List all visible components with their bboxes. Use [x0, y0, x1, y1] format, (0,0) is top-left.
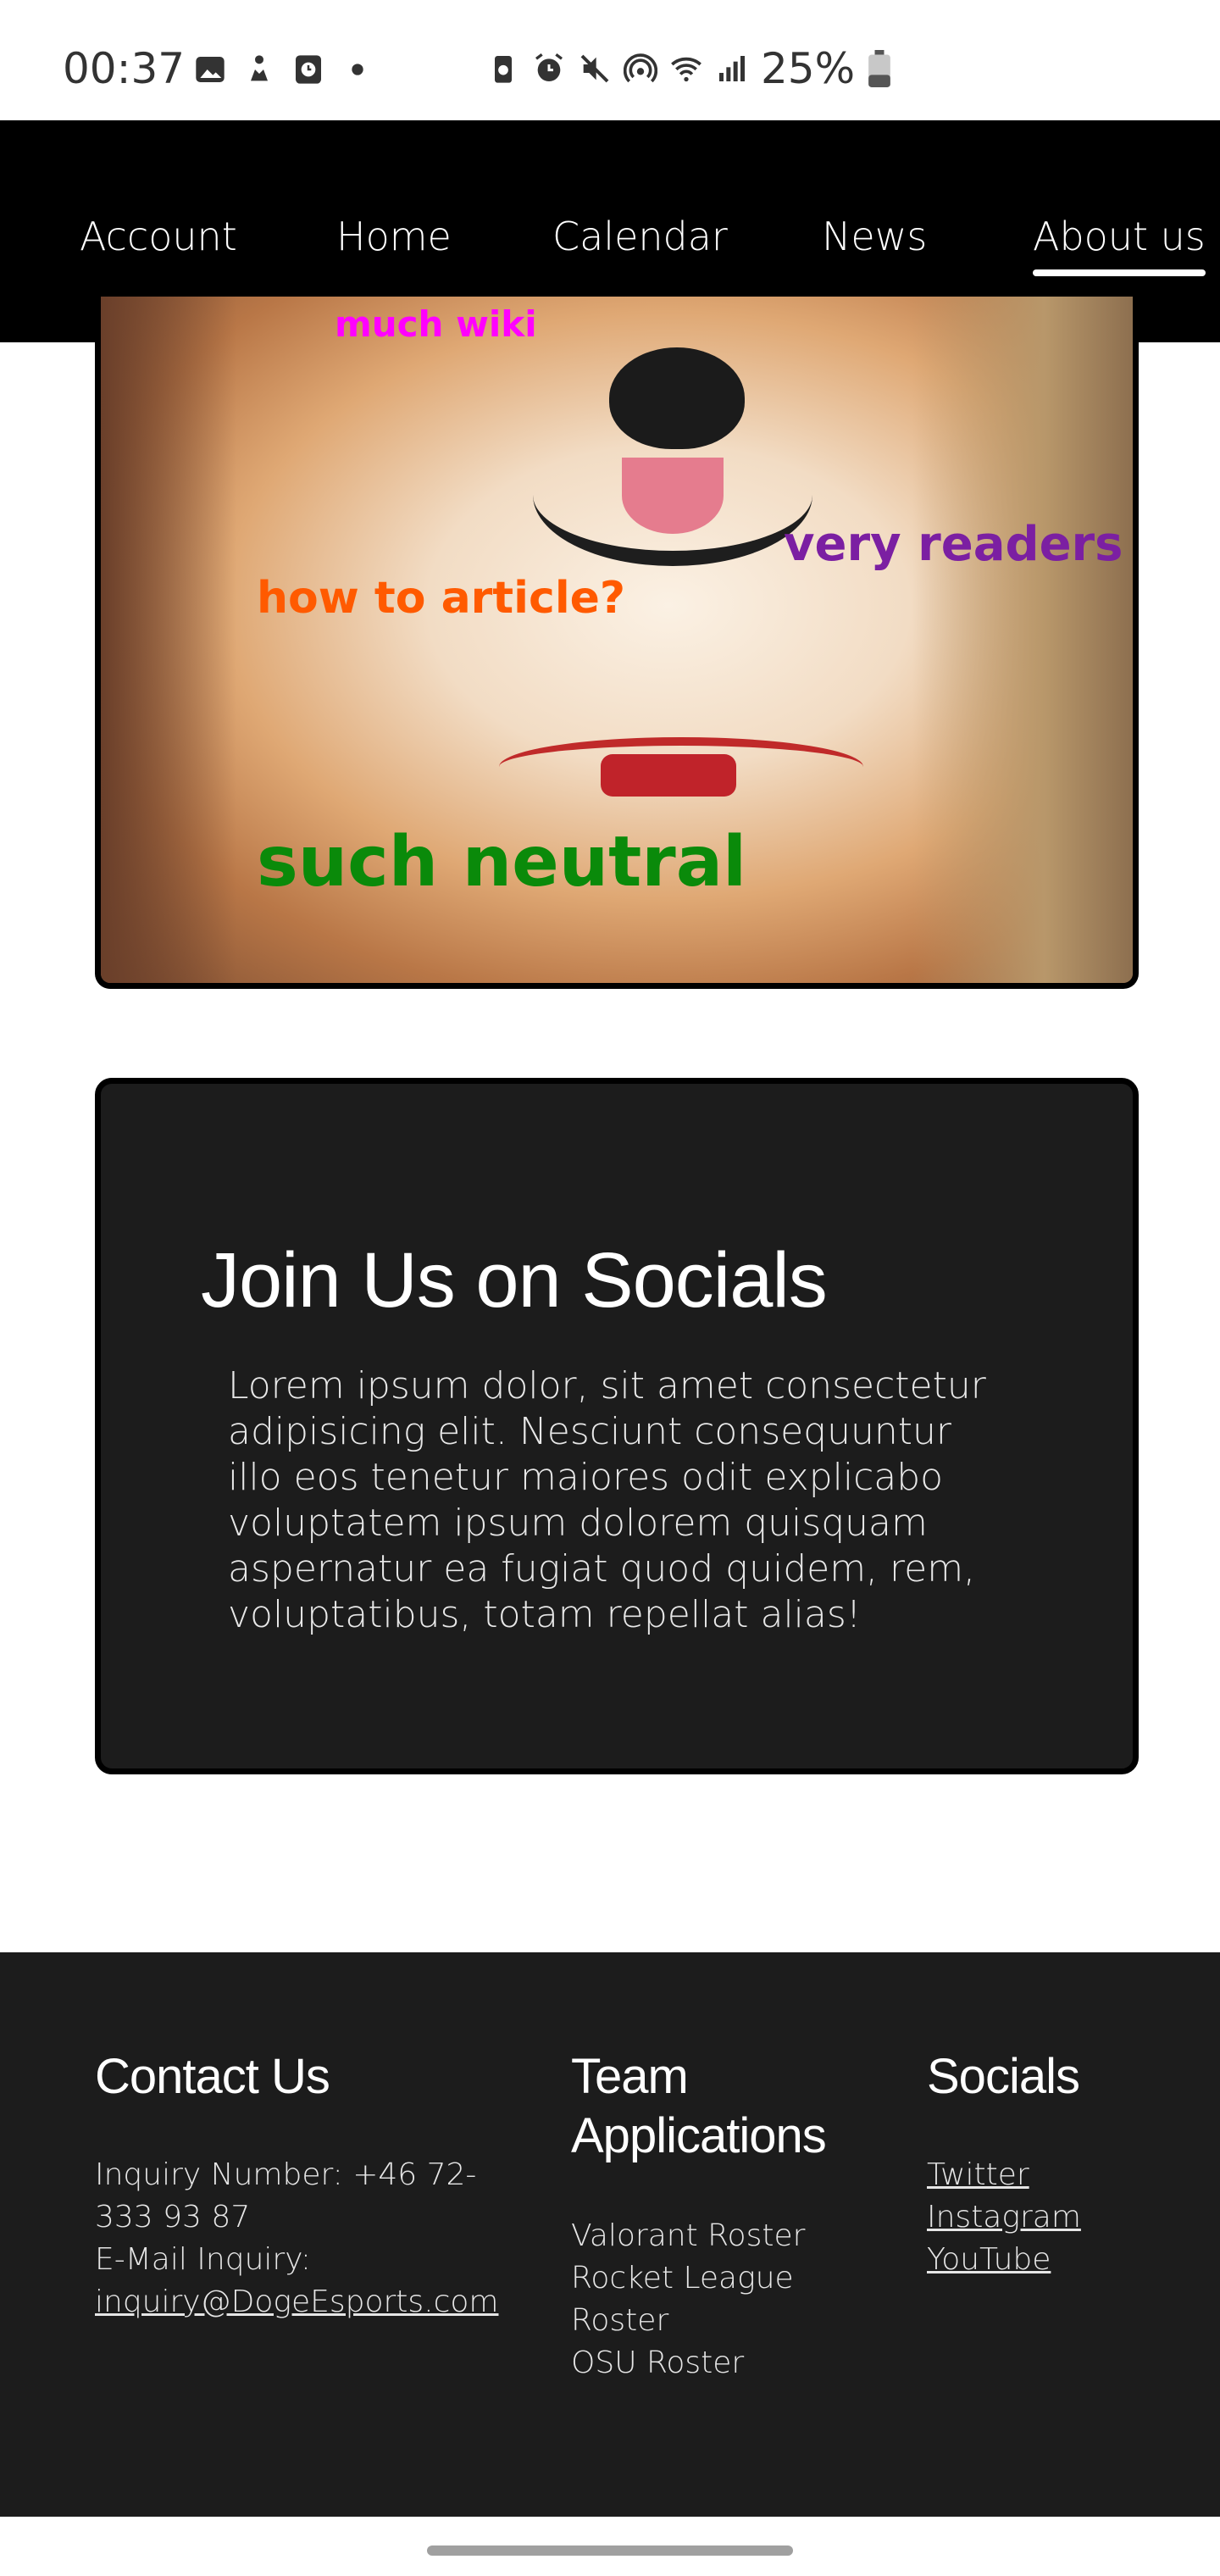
socials-card-body: Lorem ipsum dolor, sit amet consectetur …: [228, 1364, 986, 1636]
battery-percent: 25%: [761, 44, 856, 93]
contact-phone-line: 333 93 87: [95, 2200, 251, 2235]
youtube-link[interactable]: YouTube: [927, 2239, 1147, 2281]
dog-collar-tag: [601, 754, 736, 797]
footer-team-list: Valorant Roster Rocket League Roster OSU…: [571, 2215, 825, 2384]
system-icons: 25%: [486, 44, 892, 93]
footer-team-heading-line: Team: [571, 2049, 689, 2104]
contact-email-label: E-Mail Inquiry:: [95, 2242, 312, 2277]
footer-team-heading-line: Applications: [571, 2108, 827, 2163]
socials-card-title: Join Us on Socials: [201, 1237, 828, 1324]
battery-saver-icon: [495, 56, 512, 83]
meme-caption: how to article?: [257, 573, 626, 624]
contact-email-link[interactable]: inquiry@DogeEsports.com: [95, 2281, 498, 2323]
gallery-icon: [196, 57, 225, 82]
footer-team-heading: Team Applications: [571, 2047, 827, 2166]
hotspot-icon: [624, 53, 657, 83]
socials-card: Join Us on Socials Lorem ipsum dolor, si…: [95, 1078, 1139, 1774]
footer: Contact Us Inquiry Number: +46 72- 333 9…: [0, 1952, 1220, 2517]
doge-meme-image: much wiki very readers how to article? s…: [95, 297, 1139, 989]
roster-item[interactable]: Valorant Roster: [571, 2215, 825, 2257]
roster-item[interactable]: OSU Roster: [571, 2342, 825, 2384]
nav-item-account[interactable]: Account: [80, 214, 237, 259]
meme-caption: such neutral: [257, 822, 747, 902]
footer-contact-heading: Contact Us: [95, 2049, 330, 2104]
fitness-icon: [251, 55, 268, 81]
wifi-icon: [671, 57, 702, 82]
mute-icon: [580, 54, 609, 83]
roster-item[interactable]: Rocket League: [571, 2257, 825, 2300]
footer-socials-links: Twitter Instagram YouTube: [927, 2154, 1147, 2281]
meme-caption: very readers: [784, 517, 1123, 572]
dot-icon: [352, 64, 363, 75]
home-gesture-handle[interactable]: [427, 2545, 793, 2556]
notification-icons: [193, 53, 374, 86]
instagram-link[interactable]: Instagram: [927, 2196, 1147, 2239]
battery-icon: [868, 50, 890, 87]
image-background-left: [101, 297, 236, 983]
twitter-link[interactable]: Twitter: [927, 2154, 1147, 2196]
contact-phone-line: Inquiry Number: +46 72-: [95, 2157, 477, 2192]
alarm-icon: [535, 53, 563, 81]
nav-item-about-us[interactable]: About us: [1033, 214, 1206, 276]
footer-contact-info: Inquiry Number: +46 72- 333 93 87 E-Mail…: [95, 2154, 498, 2323]
status-time: 00:37: [63, 44, 186, 93]
nav-item-home[interactable]: Home: [336, 214, 452, 259]
meme-caption: much wiki: [335, 303, 537, 345]
nav-item-calendar[interactable]: Calendar: [552, 214, 728, 259]
nav-item-news[interactable]: News: [822, 214, 927, 259]
signal-icon: [719, 56, 745, 81]
dog-tongue: [622, 458, 724, 534]
status-bar: 00:37 25%: [0, 0, 1220, 120]
image-background-right: [912, 297, 1133, 983]
footer-socials-heading: Socials: [927, 2049, 1080, 2104]
clock-app-icon: [296, 55, 321, 84]
roster-item[interactable]: Roster: [571, 2300, 825, 2342]
